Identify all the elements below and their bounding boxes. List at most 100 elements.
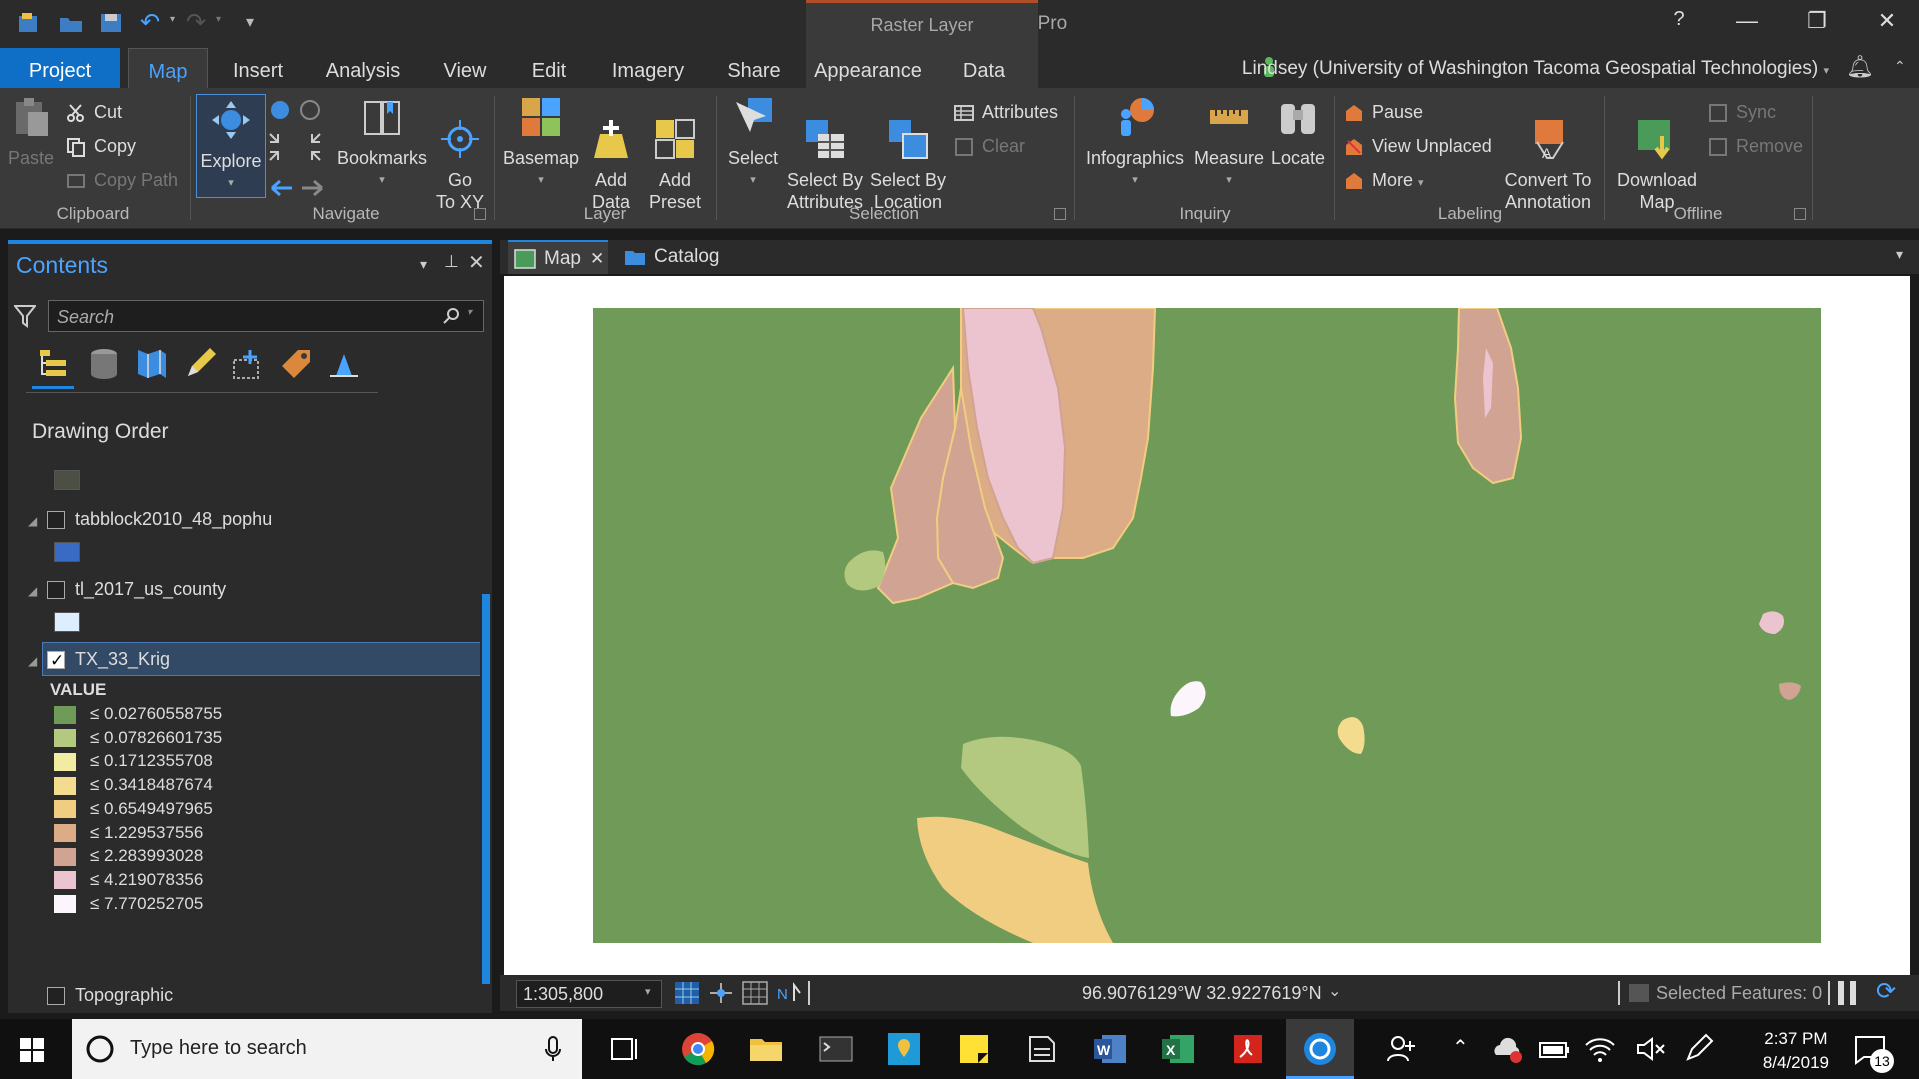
selected-features-count[interactable]: Selected Features: 0 — [1656, 983, 1822, 1004]
list-by-perspective-imagery-icon[interactable] — [326, 346, 362, 382]
tab-insert[interactable]: Insert — [222, 48, 294, 88]
layer-row-tabblock[interactable]: ◢ tabblock2010_48_pophu — [28, 504, 272, 534]
north-arrow-icon[interactable]: N — [776, 981, 802, 1005]
tab-analysis[interactable]: Analysis — [318, 48, 408, 88]
tab-catalog-view[interactable]: Catalog — [622, 240, 722, 274]
tab-map-view[interactable]: Map ✕ — [508, 240, 608, 274]
kriging-raster-map[interactable] — [593, 308, 1821, 943]
maximize-button[interactable]: ❐ — [1794, 8, 1840, 34]
acrobat-icon[interactable] — [1230, 1031, 1266, 1067]
grid-select-icon[interactable] — [674, 981, 700, 1005]
layer-row-topographic[interactable]: Topographic — [28, 980, 173, 1010]
basemap-button[interactable]: Basemap ▾ — [500, 96, 582, 191]
select-button[interactable]: Select ▾ — [722, 96, 784, 191]
sticky-notes-icon[interactable] — [956, 1031, 992, 1067]
contents-search-input[interactable]: Search ▾ — [48, 300, 484, 332]
go-to-xy-button[interactable]: Go To XY — [432, 96, 488, 213]
remove-button[interactable]: Remove — [1708, 132, 1803, 160]
terminal-icon[interactable] — [818, 1031, 854, 1067]
tab-appearance[interactable]: Appearance — [806, 48, 930, 88]
task-view-icon[interactable] — [606, 1031, 642, 1067]
arcgis-pro-taskbar-button[interactable] — [1286, 1019, 1354, 1079]
layer-visibility-checkbox[interactable] — [47, 646, 66, 676]
layer-visibility-checkbox[interactable] — [47, 987, 66, 1006]
word-icon[interactable]: W — [1092, 1031, 1128, 1067]
labeling-more-button[interactable]: More ▾ — [1344, 166, 1424, 194]
pane-options-icon[interactable]: ▾ — [420, 256, 427, 273]
offline-dialog-launcher-icon[interactable] — [1794, 208, 1806, 220]
locate-button[interactable]: Locate — [1266, 96, 1330, 169]
battery-icon[interactable] — [1536, 1031, 1572, 1067]
tab-data[interactable]: Data — [930, 48, 1038, 88]
layer-visibility-checkbox[interactable] — [47, 581, 66, 600]
copy-path-button[interactable]: Copy Path — [66, 166, 178, 194]
search-icon[interactable] — [443, 307, 461, 325]
infographics-button[interactable]: Infographics ▾ — [1082, 96, 1188, 191]
file-explorer-icon[interactable] — [748, 1031, 784, 1067]
bookmarks-button[interactable]: Bookmarks ▾ — [332, 96, 432, 191]
tab-view[interactable]: View — [432, 48, 498, 88]
add-preset-button[interactable]: Add Preset — [642, 96, 708, 213]
layer-row-county[interactable]: ◢ tl_2017_us_county — [28, 574, 226, 604]
minimize-button[interactable]: — — [1724, 8, 1770, 34]
pause-labeling-button[interactable]: Pause — [1344, 98, 1423, 126]
list-by-editing-icon[interactable] — [182, 346, 218, 382]
coordinate-format-dropdown-icon[interactable]: ⌄ — [1328, 981, 1341, 1001]
download-map-button[interactable]: Download Map — [1612, 96, 1702, 213]
collapse-ribbon-icon[interactable]: ⌃ — [1894, 58, 1906, 75]
grid-icon[interactable] — [742, 981, 768, 1005]
cut-button[interactable]: Cut — [66, 98, 122, 126]
select-by-attributes-button[interactable]: Select By Attributes — [786, 96, 864, 213]
explore-button[interactable]: Explore ▾ — [196, 94, 266, 198]
tab-share[interactable]: Share — [716, 48, 792, 88]
layer-row-tx-33-krig[interactable]: ◢ TX_33_Krig — [28, 644, 170, 676]
microphone-icon[interactable] — [544, 1035, 562, 1063]
taskbar-clock[interactable]: 2:37 PM 8/4/2019 — [1763, 1027, 1829, 1075]
expand-collapse-icon[interactable]: ◢ — [28, 646, 42, 676]
tab-project[interactable]: Project — [0, 48, 120, 88]
paste-button[interactable]: Paste — [6, 96, 56, 169]
add-data-button[interactable]: Add Data — [584, 96, 638, 213]
legend-color-swatch[interactable] — [54, 800, 76, 819]
sync-button[interactable]: Sync — [1708, 98, 1776, 126]
filter-icon[interactable] — [14, 304, 36, 328]
contents-scrollbar[interactable] — [480, 454, 492, 1004]
notification-bell-icon[interactable]: 🔔︎ — [1846, 54, 1874, 80]
list-by-labeling-icon[interactable] — [278, 346, 314, 382]
windows-start-icon[interactable] — [20, 1038, 44, 1062]
user-dropdown-icon[interactable]: ▾ — [1823, 65, 1829, 77]
refresh-icon[interactable]: ⟳ — [1876, 977, 1896, 1006]
legend-color-swatch[interactable] — [54, 847, 76, 866]
close-button[interactable]: ✕ — [1864, 8, 1910, 34]
legend-color-swatch[interactable] — [54, 705, 76, 724]
help-button[interactable]: ? — [1656, 8, 1702, 31]
chrome-icon[interactable] — [680, 1031, 716, 1067]
taskbar-search-box[interactable]: Type here to search — [72, 1019, 582, 1079]
scale-dropdown-icon[interactable]: ▾ — [645, 985, 651, 998]
copy-button[interactable]: Copy — [66, 132, 136, 160]
convert-to-annotation-button[interactable]: A Convert To Annotation — [1498, 96, 1598, 213]
expand-collapse-icon[interactable]: ◢ — [28, 576, 42, 606]
pin-icon[interactable]: ⊥ — [444, 252, 459, 272]
legend-color-swatch[interactable] — [54, 895, 76, 914]
view-unplaced-button[interactable]: View Unplaced — [1344, 132, 1492, 160]
measure-button[interactable]: Measure ▾ — [1194, 96, 1264, 191]
pause-drawing-icon[interactable] — [1850, 981, 1856, 1005]
snapping-icon[interactable] — [708, 981, 734, 1005]
show-hidden-icons-icon[interactable]: ⌃ — [1452, 1035, 1469, 1060]
legend-color-swatch[interactable] — [54, 729, 76, 748]
legend-color-swatch[interactable] — [54, 871, 76, 890]
legend-color-swatch[interactable] — [54, 824, 76, 843]
layer-visibility-checkbox[interactable] — [47, 511, 66, 530]
scrollbar-thumb[interactable] — [482, 594, 490, 984]
list-by-selection-icon[interactable] — [134, 346, 170, 382]
app-icon[interactable] — [1024, 1031, 1060, 1067]
people-icon[interactable] — [1384, 1031, 1420, 1067]
search-options-icon[interactable]: ▾ — [467, 307, 472, 318]
close-pane-icon[interactable]: ✕ — [468, 250, 485, 275]
scale-selector[interactable]: 1:305,800 ▾ — [516, 980, 662, 1008]
legend-color-swatch[interactable] — [54, 776, 76, 795]
wifi-icon[interactable] — [1582, 1031, 1618, 1067]
attributes-button[interactable]: Attributes — [954, 98, 1058, 126]
pen-workspace-icon[interactable] — [1680, 1031, 1716, 1067]
